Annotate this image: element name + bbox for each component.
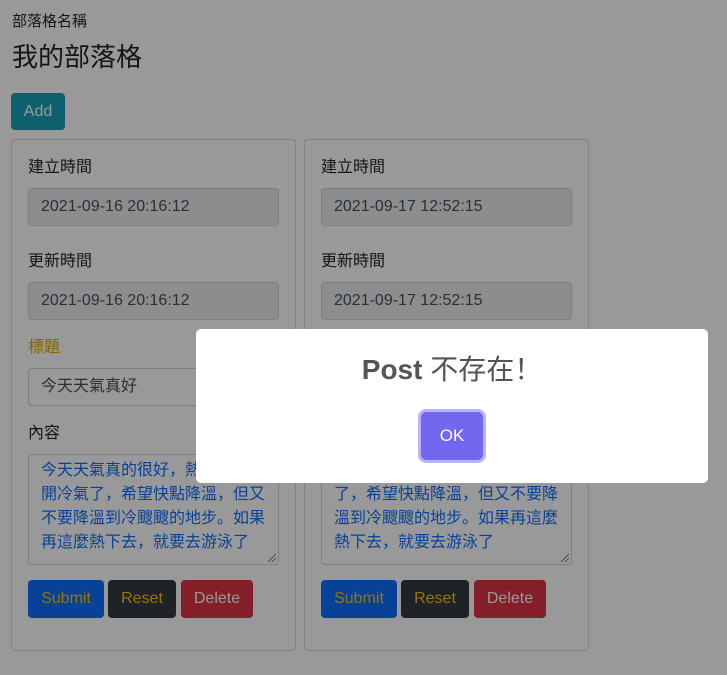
dialog-title-message: 不存在！ — [422, 354, 543, 385]
dialog-title-post: Post — [361, 354, 423, 385]
alert-dialog: Post 不存在！ OK — [196, 329, 708, 483]
dialog-title: Post 不存在！ — [196, 353, 708, 387]
ok-button[interactable]: OK — [421, 412, 483, 460]
